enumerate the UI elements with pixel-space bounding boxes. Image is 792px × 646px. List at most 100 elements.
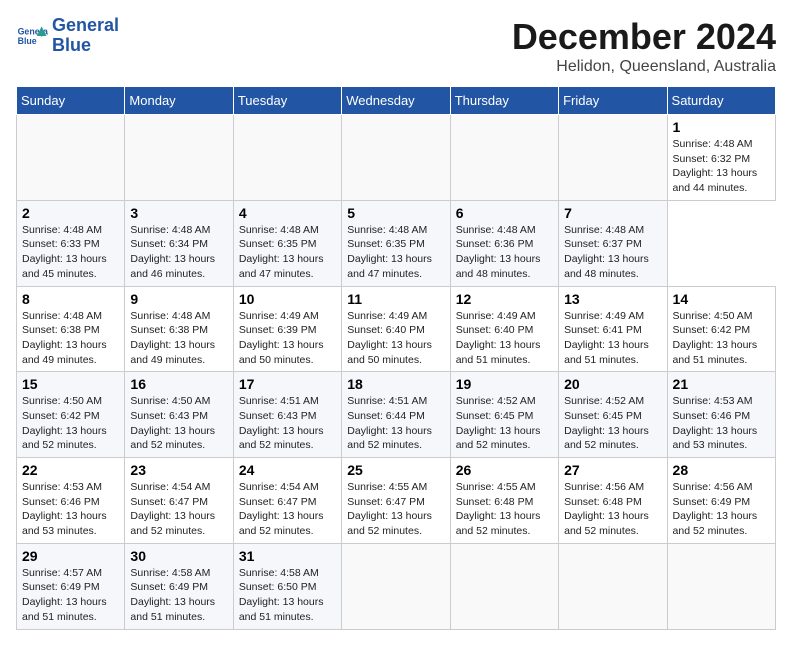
day-number: 5 <box>347 205 444 221</box>
day-number: 31 <box>239 548 336 564</box>
calendar-day <box>450 543 558 629</box>
day-number: 24 <box>239 462 336 478</box>
day-number: 8 <box>22 291 119 307</box>
empty-cell <box>17 115 125 201</box>
svg-text:Blue: Blue <box>18 36 37 46</box>
day-info: Sunrise: 4:48 AMSunset: 6:38 PMDaylight:… <box>130 309 227 368</box>
calendar-day: 16 Sunrise: 4:50 AMSunset: 6:43 PMDaylig… <box>125 372 233 458</box>
day-number: 25 <box>347 462 444 478</box>
day-number: 13 <box>564 291 661 307</box>
day-info: Sunrise: 4:48 AMSunset: 6:38 PMDaylight:… <box>22 309 119 368</box>
day-info: Sunrise: 4:49 AMSunset: 6:39 PMDaylight:… <box>239 309 336 368</box>
empty-cell <box>450 115 558 201</box>
calendar-table: SundayMondayTuesdayWednesdayThursdayFrid… <box>16 86 776 630</box>
day-info: Sunrise: 4:55 AMSunset: 6:47 PMDaylight:… <box>347 480 444 539</box>
day-info: Sunrise: 4:57 AMSunset: 6:49 PMDaylight:… <box>22 566 119 625</box>
calendar-week-row: 22 Sunrise: 4:53 AMSunset: 6:46 PMDaylig… <box>17 458 776 544</box>
day-number: 16 <box>130 376 227 392</box>
title-area: December 2024 Helidon, Queensland, Austr… <box>512 16 776 76</box>
calendar-week-row: 2 Sunrise: 4:48 AMSunset: 6:33 PMDayligh… <box>17 200 776 286</box>
page-header: General Blue General Blue December 2024 … <box>16 16 776 76</box>
day-number: 2 <box>22 205 119 221</box>
calendar-day: 21 Sunrise: 4:53 AMSunset: 6:46 PMDaylig… <box>667 372 775 458</box>
day-number: 12 <box>456 291 553 307</box>
day-number: 11 <box>347 291 444 307</box>
calendar-day: 13 Sunrise: 4:49 AMSunset: 6:41 PMDaylig… <box>559 286 667 372</box>
day-info: Sunrise: 4:53 AMSunset: 6:46 PMDaylight:… <box>673 394 770 453</box>
calendar-day: 24 Sunrise: 4:54 AMSunset: 6:47 PMDaylig… <box>233 458 341 544</box>
day-info: Sunrise: 4:58 AMSunset: 6:50 PMDaylight:… <box>239 566 336 625</box>
logo-icon: General Blue <box>16 20 48 52</box>
calendar-day: 7 Sunrise: 4:48 AMSunset: 6:37 PMDayligh… <box>559 200 667 286</box>
calendar-day: 12 Sunrise: 4:49 AMSunset: 6:40 PMDaylig… <box>450 286 558 372</box>
header-wednesday: Wednesday <box>342 87 450 115</box>
day-info: Sunrise: 4:56 AMSunset: 6:48 PMDaylight:… <box>564 480 661 539</box>
day-number: 27 <box>564 462 661 478</box>
day-number: 9 <box>130 291 227 307</box>
day-info: Sunrise: 4:48 AMSunset: 6:36 PMDaylight:… <box>456 223 553 282</box>
calendar-day: 4 Sunrise: 4:48 AMSunset: 6:35 PMDayligh… <box>233 200 341 286</box>
calendar-header-row: SundayMondayTuesdayWednesdayThursdayFrid… <box>17 87 776 115</box>
calendar-day: 25 Sunrise: 4:55 AMSunset: 6:47 PMDaylig… <box>342 458 450 544</box>
calendar-day: 23 Sunrise: 4:54 AMSunset: 6:47 PMDaylig… <box>125 458 233 544</box>
day-number: 29 <box>22 548 119 564</box>
day-number: 21 <box>673 376 770 392</box>
header-tuesday: Tuesday <box>233 87 341 115</box>
calendar-day: 1 Sunrise: 4:48 AMSunset: 6:32 PMDayligh… <box>667 115 775 201</box>
header-thursday: Thursday <box>450 87 558 115</box>
day-info: Sunrise: 4:51 AMSunset: 6:43 PMDaylight:… <box>239 394 336 453</box>
calendar-day: 28 Sunrise: 4:56 AMSunset: 6:49 PMDaylig… <box>667 458 775 544</box>
day-info: Sunrise: 4:48 AMSunset: 6:32 PMDaylight:… <box>673 137 770 196</box>
header-monday: Monday <box>125 87 233 115</box>
day-number: 30 <box>130 548 227 564</box>
day-number: 3 <box>130 205 227 221</box>
day-number: 4 <box>239 205 336 221</box>
day-number: 28 <box>673 462 770 478</box>
calendar-day: 20 Sunrise: 4:52 AMSunset: 6:45 PMDaylig… <box>559 372 667 458</box>
calendar-day: 17 Sunrise: 4:51 AMSunset: 6:43 PMDaylig… <box>233 372 341 458</box>
day-number: 10 <box>239 291 336 307</box>
day-info: Sunrise: 4:50 AMSunset: 6:43 PMDaylight:… <box>130 394 227 453</box>
calendar-day: 8 Sunrise: 4:48 AMSunset: 6:38 PMDayligh… <box>17 286 125 372</box>
day-number: 23 <box>130 462 227 478</box>
day-number: 17 <box>239 376 336 392</box>
calendar-week-row: 1 Sunrise: 4:48 AMSunset: 6:32 PMDayligh… <box>17 115 776 201</box>
calendar-week-row: 15 Sunrise: 4:50 AMSunset: 6:42 PMDaylig… <box>17 372 776 458</box>
day-info: Sunrise: 4:50 AMSunset: 6:42 PMDaylight:… <box>673 309 770 368</box>
location-subtitle: Helidon, Queensland, Australia <box>512 58 776 76</box>
calendar-week-row: 8 Sunrise: 4:48 AMSunset: 6:38 PMDayligh… <box>17 286 776 372</box>
day-number: 6 <box>456 205 553 221</box>
calendar-day: 18 Sunrise: 4:51 AMSunset: 6:44 PMDaylig… <box>342 372 450 458</box>
day-number: 26 <box>456 462 553 478</box>
day-number: 15 <box>22 376 119 392</box>
calendar-day <box>559 543 667 629</box>
day-info: Sunrise: 4:55 AMSunset: 6:48 PMDaylight:… <box>456 480 553 539</box>
logo-text: General Blue <box>52 16 119 56</box>
calendar-day: 10 Sunrise: 4:49 AMSunset: 6:39 PMDaylig… <box>233 286 341 372</box>
calendar-day: 3 Sunrise: 4:48 AMSunset: 6:34 PMDayligh… <box>125 200 233 286</box>
day-info: Sunrise: 4:48 AMSunset: 6:33 PMDaylight:… <box>22 223 119 282</box>
calendar-day <box>342 543 450 629</box>
calendar-day: 11 Sunrise: 4:49 AMSunset: 6:40 PMDaylig… <box>342 286 450 372</box>
day-info: Sunrise: 4:48 AMSunset: 6:34 PMDaylight:… <box>130 223 227 282</box>
day-number: 20 <box>564 376 661 392</box>
header-saturday: Saturday <box>667 87 775 115</box>
day-info: Sunrise: 4:54 AMSunset: 6:47 PMDaylight:… <box>130 480 227 539</box>
calendar-day: 19 Sunrise: 4:52 AMSunset: 6:45 PMDaylig… <box>450 372 558 458</box>
day-info: Sunrise: 4:53 AMSunset: 6:46 PMDaylight:… <box>22 480 119 539</box>
day-info: Sunrise: 4:49 AMSunset: 6:40 PMDaylight:… <box>347 309 444 368</box>
calendar-day: 22 Sunrise: 4:53 AMSunset: 6:46 PMDaylig… <box>17 458 125 544</box>
day-info: Sunrise: 4:54 AMSunset: 6:47 PMDaylight:… <box>239 480 336 539</box>
day-number: 1 <box>673 119 770 135</box>
calendar-day: 30 Sunrise: 4:58 AMSunset: 6:49 PMDaylig… <box>125 543 233 629</box>
day-number: 14 <box>673 291 770 307</box>
calendar-day: 27 Sunrise: 4:56 AMSunset: 6:48 PMDaylig… <box>559 458 667 544</box>
calendar-day: 6 Sunrise: 4:48 AMSunset: 6:36 PMDayligh… <box>450 200 558 286</box>
header-friday: Friday <box>559 87 667 115</box>
day-info: Sunrise: 4:49 AMSunset: 6:40 PMDaylight:… <box>456 309 553 368</box>
empty-cell <box>233 115 341 201</box>
calendar-day: 5 Sunrise: 4:48 AMSunset: 6:35 PMDayligh… <box>342 200 450 286</box>
calendar-day: 31 Sunrise: 4:58 AMSunset: 6:50 PMDaylig… <box>233 543 341 629</box>
empty-cell <box>342 115 450 201</box>
day-info: Sunrise: 4:50 AMSunset: 6:42 PMDaylight:… <box>22 394 119 453</box>
